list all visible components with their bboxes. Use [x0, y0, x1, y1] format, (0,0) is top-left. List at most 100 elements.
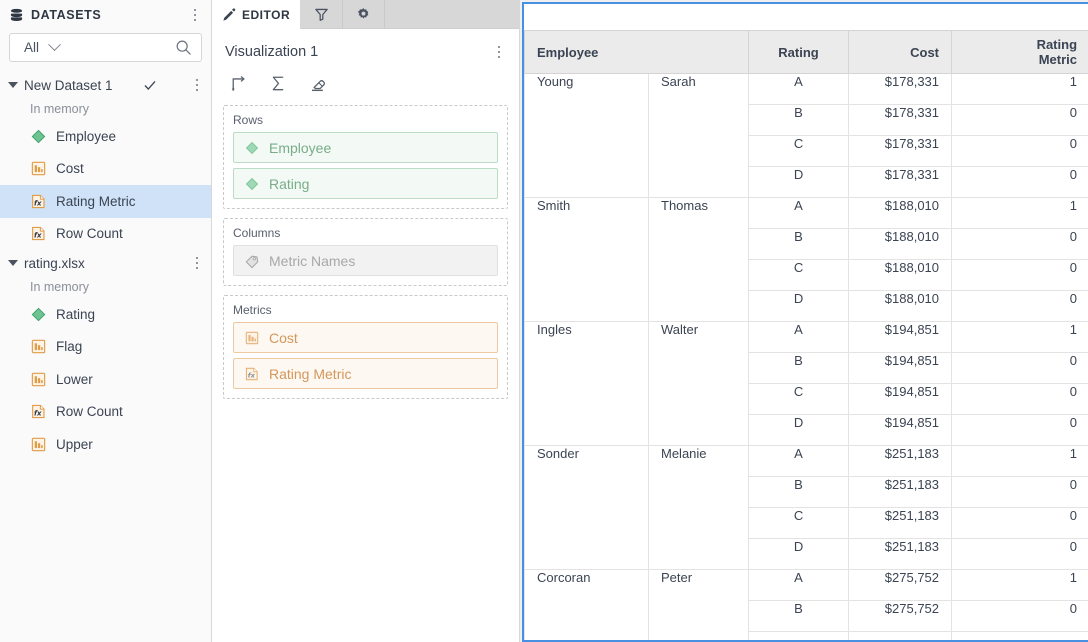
cell-rating[interactable]: A — [749, 446, 849, 477]
cell-cost[interactable]: $194,851 — [849, 415, 952, 446]
cell-rating[interactable]: C — [749, 260, 849, 291]
eraser-clear-icon[interactable] — [308, 74, 327, 93]
cell-rating-metric[interactable]: 0 — [952, 601, 1088, 632]
cell-rating-metric[interactable]: 0 — [952, 229, 1088, 260]
dataset-menu-button[interactable] — [189, 76, 205, 94]
visualization-menu-button[interactable] — [491, 43, 507, 61]
table-row[interactable]: CorcoranPeterA$275,7521 — [525, 570, 1088, 601]
cell-rating[interactable]: A — [749, 322, 849, 353]
cell-rating-metric[interactable]: 1 — [952, 322, 1088, 353]
cell-employee-first-name[interactable]: Peter — [649, 570, 749, 642]
cell-rating-metric[interactable]: 1 — [952, 198, 1088, 229]
cell-rating-metric[interactable]: 0 — [952, 508, 1088, 539]
dataset-node-rating-xlsx[interactable]: rating.xlsx — [0, 250, 211, 276]
field-flag[interactable]: Flag — [0, 331, 211, 364]
cell-rating[interactable]: C — [749, 508, 849, 539]
dataset-node-new-dataset-1[interactable]: New Dataset 1 — [0, 72, 211, 98]
chip-metrics-rating-metric[interactable]: fx Rating Metric — [233, 358, 498, 389]
cell-employee-last-name[interactable]: Young — [525, 74, 649, 198]
cell-rating[interactable]: B — [749, 477, 849, 508]
cell-cost[interactable]: $194,851 — [849, 322, 952, 353]
cell-rating[interactable]: D — [749, 291, 849, 322]
column-header-rating-metric[interactable]: Rating Metric — [952, 31, 1088, 74]
cell-rating[interactable]: D — [749, 415, 849, 446]
cell-rating[interactable]: B — [749, 601, 849, 632]
cell-cost[interactable]: $251,183 — [849, 446, 952, 477]
tab-filters[interactable] — [301, 0, 343, 29]
cell-employee-first-name[interactable]: Walter — [649, 322, 749, 446]
table-row[interactable]: SonderMelanieA$251,1831 — [525, 446, 1088, 477]
cell-cost[interactable]: $188,010 — [849, 229, 952, 260]
cell-rating-metric[interactable]: 0 — [952, 136, 1088, 167]
cell-cost[interactable]: $275,752 — [849, 570, 952, 601]
cell-cost[interactable]: $251,183 — [849, 508, 952, 539]
cell-rating-metric[interactable]: 1 — [952, 446, 1088, 477]
swap-rows-columns-icon[interactable] — [230, 74, 249, 93]
cell-employee-first-name[interactable]: Sarah — [649, 74, 749, 198]
cell-cost[interactable] — [849, 632, 952, 642]
cell-cost[interactable]: $188,010 — [849, 198, 952, 229]
field-upper[interactable]: Upper — [0, 428, 211, 461]
cell-rating[interactable]: D — [749, 167, 849, 198]
field-lower[interactable]: Lower — [0, 363, 211, 396]
shelf-rows[interactable]: Rows Employee Rating — [223, 105, 508, 209]
cell-rating-metric[interactable]: 0 — [952, 105, 1088, 136]
cell-rating-metric[interactable]: 0 — [952, 384, 1088, 415]
chip-metrics-cost[interactable]: Cost — [233, 322, 498, 353]
cell-rating[interactable]: A — [749, 198, 849, 229]
dataset-menu-button[interactable] — [189, 254, 205, 272]
data-grid[interactable]: Employee Rating Cost Rating Metric Young… — [524, 30, 1088, 642]
field-cost[interactable]: Cost — [0, 153, 211, 186]
cell-rating-metric[interactable] — [952, 632, 1088, 642]
cell-rating[interactable]: A — [749, 570, 849, 601]
chip-columns-metric-names[interactable]: Metric Names — [233, 245, 498, 276]
cell-employee-first-name[interactable]: Melanie — [649, 446, 749, 570]
cell-cost[interactable]: $251,183 — [849, 477, 952, 508]
tab-settings[interactable] — [343, 0, 385, 29]
cell-rating-metric[interactable]: 1 — [952, 570, 1088, 601]
cell-cost[interactable]: $188,010 — [849, 260, 952, 291]
tab-editor[interactable]: EDITOR — [212, 0, 301, 29]
search-icon[interactable] — [175, 39, 192, 56]
chip-rows-rating[interactable]: Rating — [233, 168, 498, 199]
cell-cost[interactable]: $251,183 — [849, 539, 952, 570]
totals-sigma-icon[interactable] — [269, 74, 288, 93]
cell-rating-metric[interactable]: 0 — [952, 353, 1088, 384]
cell-employee-last-name[interactable]: Sonder — [525, 446, 649, 570]
field-employee[interactable]: Employee — [0, 120, 211, 153]
grid-frame[interactable]: Employee Rating Cost Rating Metric Young… — [522, 2, 1088, 642]
field-row-count-2[interactable]: fx Row Count — [0, 396, 211, 429]
field-rating-metric[interactable]: fx Rating Metric — [0, 185, 211, 218]
table-row[interactable]: SmithThomasA$188,0101 — [525, 198, 1088, 229]
cell-cost[interactable]: $178,331 — [849, 74, 952, 105]
shelf-columns[interactable]: Columns Metric Names — [223, 218, 508, 286]
cell-rating[interactable]: B — [749, 353, 849, 384]
field-rating[interactable]: Rating — [0, 298, 211, 331]
cell-rating-metric[interactable]: 0 — [952, 539, 1088, 570]
cell-cost[interactable]: $178,331 — [849, 167, 952, 198]
table-row[interactable]: InglesWalterA$194,8511 — [525, 322, 1088, 353]
cell-rating[interactable]: A — [749, 74, 849, 105]
cell-rating[interactable]: D — [749, 539, 849, 570]
field-row-count-1[interactable]: fx Row Count — [0, 218, 211, 251]
cell-rating-metric[interactable]: 0 — [952, 291, 1088, 322]
cell-rating[interactable]: B — [749, 105, 849, 136]
cell-rating-metric[interactable]: 0 — [952, 477, 1088, 508]
cell-rating-metric[interactable]: 0 — [952, 415, 1088, 446]
cell-employee-last-name[interactable]: Smith — [525, 198, 649, 322]
table-row[interactable]: YoungSarahA$178,3311 — [525, 74, 1088, 105]
cell-employee-first-name[interactable]: Thomas — [649, 198, 749, 322]
cell-rating-metric[interactable]: 0 — [952, 260, 1088, 291]
cell-cost[interactable]: $194,851 — [849, 353, 952, 384]
cell-cost[interactable]: $275,752 — [849, 601, 952, 632]
cell-rating[interactable]: B — [749, 229, 849, 260]
search-box[interactable]: All — [9, 33, 202, 62]
cell-rating[interactable]: C — [749, 136, 849, 167]
chip-rows-employee[interactable]: Employee — [233, 132, 498, 163]
cell-cost[interactable]: $178,331 — [849, 136, 952, 167]
cell-rating[interactable] — [749, 632, 849, 642]
column-header-rating[interactable]: Rating — [749, 31, 849, 74]
column-header-cost[interactable]: Cost — [849, 31, 952, 74]
cell-cost[interactable]: $194,851 — [849, 384, 952, 415]
caret-down-icon[interactable] — [8, 260, 18, 266]
